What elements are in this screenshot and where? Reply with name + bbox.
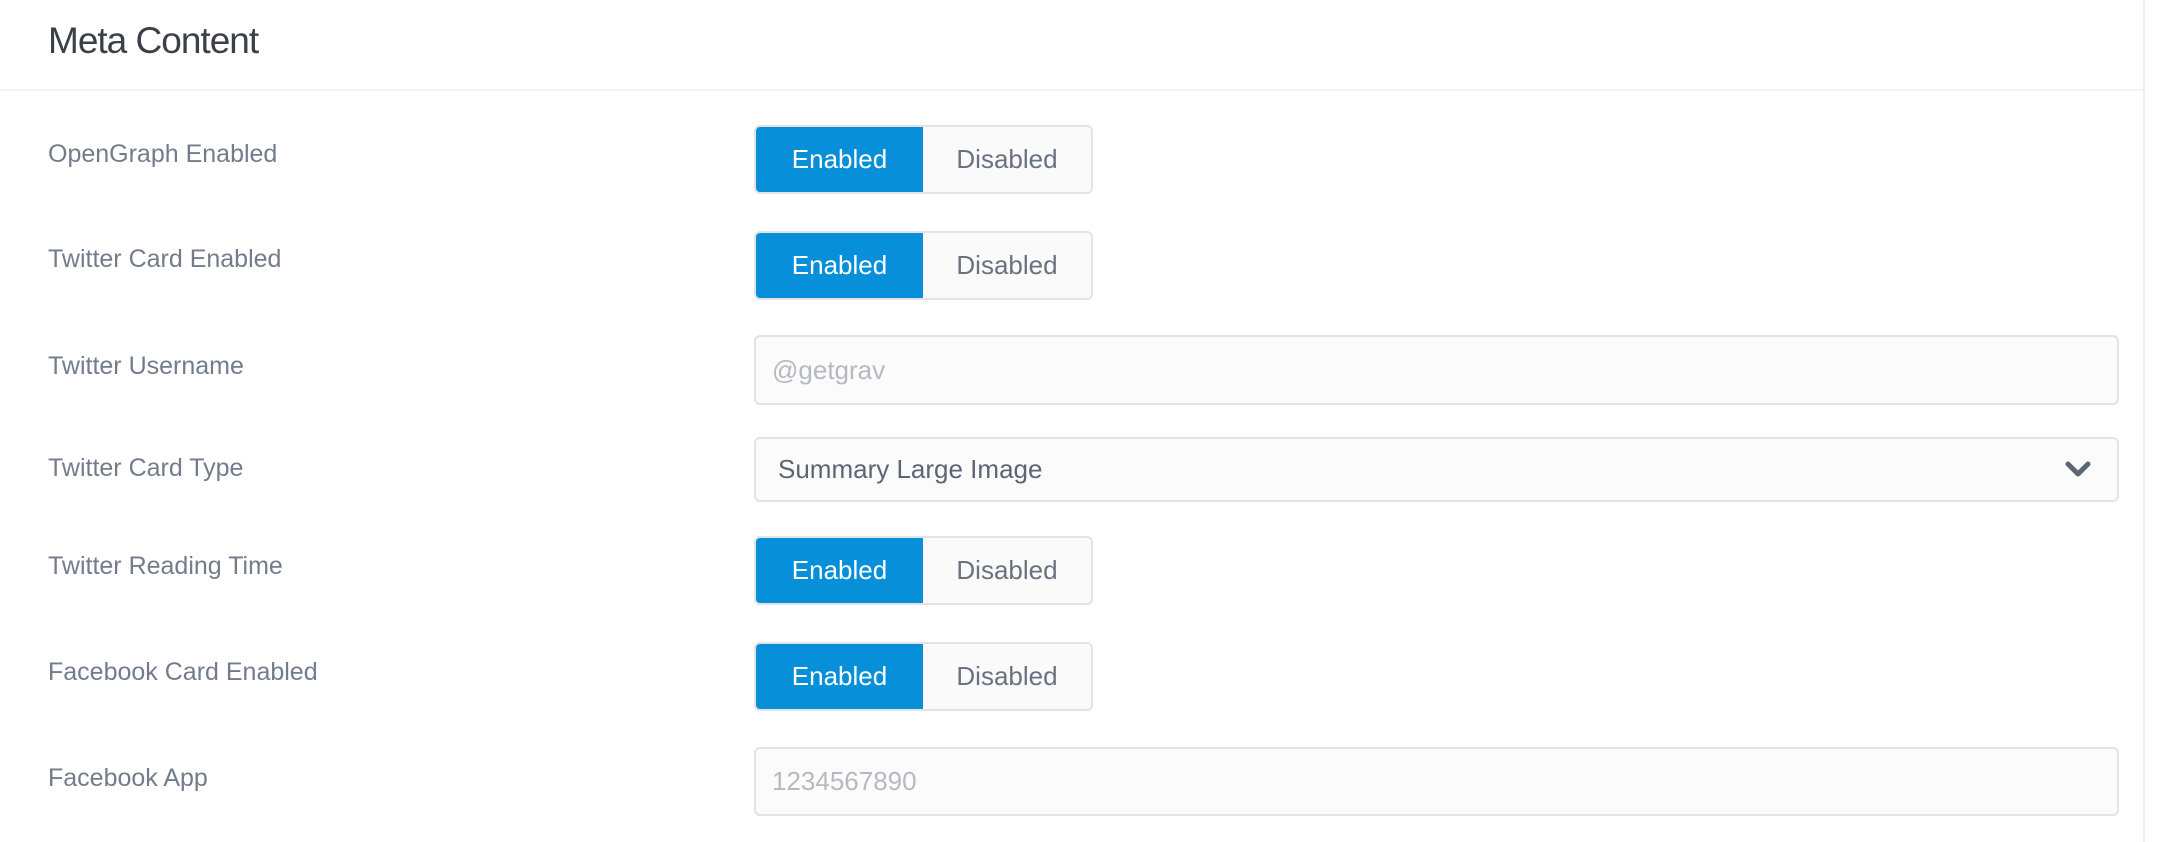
- twitter-reading-time-label: Twitter Reading Time: [48, 552, 283, 580]
- twitter-card-enabled-label: Twitter Card Enabled: [48, 245, 282, 273]
- twitter-reading-time-toggle: Enabled Disabled: [754, 536, 1093, 605]
- twitter-card-enabled-option[interactable]: Enabled: [756, 233, 923, 298]
- twitter-card-type-select[interactable]: Summary Large Image: [754, 437, 2119, 502]
- twitter-reading-time-disabled-option[interactable]: Disabled: [923, 538, 1091, 603]
- opengraph-enabled-option[interactable]: Enabled: [756, 127, 923, 192]
- facebook-app-input[interactable]: 1234567890: [754, 747, 2119, 816]
- opengraph-enabled-label: OpenGraph Enabled: [48, 140, 278, 168]
- twitter-card-type-value: Summary Large Image: [778, 454, 1043, 484]
- facebook-card-enabled-label: Facebook Card Enabled: [48, 658, 318, 686]
- twitter-username-label: Twitter Username: [48, 352, 244, 380]
- facebook-app-label: Facebook App: [48, 764, 208, 792]
- opengraph-enabled-toggle: Enabled Disabled: [754, 125, 1093, 194]
- facebook-card-enabled-option[interactable]: Enabled: [756, 644, 923, 709]
- twitter-username-input[interactable]: @getgrav: [754, 335, 2119, 405]
- facebook-card-disabled-option[interactable]: Disabled: [923, 644, 1091, 709]
- twitter-card-enabled-toggle: Enabled Disabled: [754, 231, 1093, 300]
- facebook-card-enabled-toggle: Enabled Disabled: [754, 642, 1093, 711]
- section-header: Meta Content: [0, 0, 2143, 91]
- opengraph-disabled-option[interactable]: Disabled: [923, 127, 1091, 192]
- twitter-card-type-label: Twitter Card Type: [48, 454, 244, 482]
- chevron-down-icon: [2065, 461, 2091, 476]
- twitter-card-disabled-option[interactable]: Disabled: [923, 233, 1091, 298]
- twitter-reading-time-enabled-option[interactable]: Enabled: [756, 538, 923, 603]
- page-title: Meta Content: [48, 20, 259, 61]
- panel-border: [2143, 0, 2145, 842]
